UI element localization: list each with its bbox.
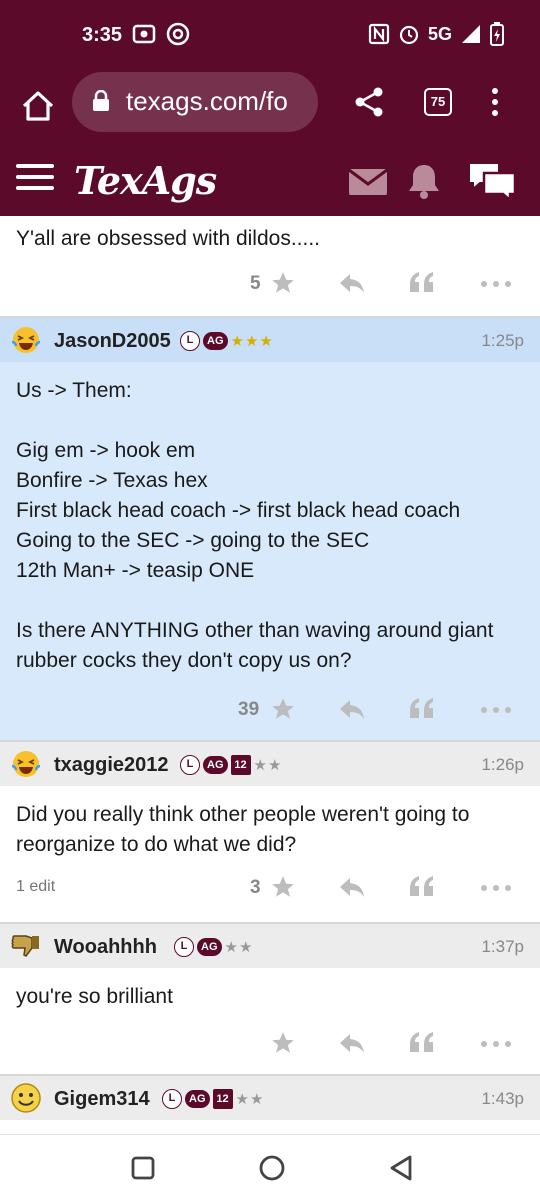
mail-icon[interactable] — [348, 168, 388, 196]
post-body: Did you really think other people weren'… — [16, 803, 476, 856]
post-time: 1:26p — [481, 755, 524, 774]
status-bar: 3:35 5G — [0, 0, 540, 72]
bell-icon[interactable] — [406, 162, 442, 200]
network-label: 5G — [427, 23, 452, 44]
like-count: 3 — [250, 877, 261, 898]
rating-stars: ★★ — [253, 757, 283, 774]
battery-icon — [490, 22, 504, 46]
letterman-badge: L — [180, 755, 200, 775]
browser-toolbar: texags.com/fo 75 — [0, 72, 540, 144]
home-nav-icon[interactable] — [258, 1154, 286, 1182]
post-body: you're so brilliant — [16, 985, 173, 1008]
ag-badge: AG — [185, 1090, 210, 1108]
username[interactable]: JasonD2005 — [54, 330, 171, 353]
more-horiz-icon[interactable] — [480, 1040, 512, 1048]
post-header: txaggie2012 L AG 12 ★★ 1:26p — [0, 742, 540, 786]
alarm-icon — [399, 25, 419, 45]
smiley-avatar — [11, 1083, 41, 1113]
laughing-emoji-avatar — [11, 751, 41, 777]
ag-badge: AG — [203, 756, 228, 774]
more-horiz-icon[interactable] — [480, 280, 512, 288]
list-item: txaggie2012 L AG 12 ★★ 1:26p Did you rea… — [0, 742, 540, 924]
quote-icon[interactable] — [408, 696, 436, 722]
url-bar[interactable]: texags.com/fo — [72, 72, 318, 132]
list-item: Gigem314 L AG 12 ★★ 1:43p — [0, 1076, 540, 1134]
like-count: 39 — [238, 699, 260, 720]
quote-icon[interactable] — [408, 1030, 436, 1056]
home-icon[interactable] — [18, 86, 58, 126]
system-nav-bar — [0, 1134, 540, 1200]
list-item: Y'all are obsessed with dildos..... 5 — [0, 216, 540, 318]
chrome-icon — [166, 22, 190, 46]
like-count: 5 — [250, 273, 261, 294]
screenshot-icon — [132, 24, 156, 44]
tab-switcher-button[interactable]: 75 — [424, 88, 452, 116]
url-text: texags.com/fo — [126, 86, 288, 116]
recents-icon[interactable] — [130, 1155, 156, 1181]
site-header: TexAgs — [0, 144, 540, 216]
letterman-badge: L — [174, 937, 194, 957]
letterman-badge: L — [162, 1089, 182, 1109]
post-time: 1:43p — [481, 1089, 524, 1108]
star-icon[interactable] — [270, 1030, 296, 1056]
post-time: 1:37p — [481, 937, 524, 956]
back-icon[interactable] — [388, 1154, 414, 1182]
chat-icon[interactable] — [466, 160, 518, 202]
signal-icon — [462, 25, 480, 43]
post-header: Gigem314 L AG 12 ★★ 1:43p — [0, 1076, 540, 1120]
ag-badge: AG — [203, 332, 228, 350]
username[interactable]: txaggie2012 — [54, 754, 169, 777]
share-icon[interactable] — [354, 86, 384, 118]
reply-icon[interactable] — [338, 874, 366, 900]
quote-icon[interactable] — [408, 270, 436, 296]
quote-icon[interactable] — [408, 874, 436, 900]
hamburger-menu-icon[interactable] — [16, 164, 54, 196]
reply-icon[interactable] — [338, 696, 366, 722]
edit-count[interactable]: 1 edit — [16, 878, 55, 896]
rating-stars: ★★ — [224, 939, 254, 956]
star-icon[interactable] — [270, 874, 296, 900]
rating-stars: ★★ — [235, 1091, 265, 1108]
nfc-icon — [368, 23, 390, 45]
more-horiz-icon[interactable] — [480, 884, 512, 892]
rating-stars: ★★★ — [230, 333, 274, 350]
star-icon[interactable] — [270, 696, 296, 722]
status-time: 3:35 — [82, 24, 123, 46]
post-header: Wooahhhh L AG ★★ 1:37p — [0, 924, 540, 968]
letterman-badge: L — [180, 331, 200, 351]
more-vert-icon[interactable] — [488, 86, 502, 118]
star-icon[interactable] — [270, 270, 296, 296]
laughing-emoji-avatar — [11, 327, 41, 353]
reply-icon[interactable] — [338, 1030, 366, 1056]
list-item: Wooahhhh L AG ★★ 1:37p you're so brillia… — [0, 924, 540, 1076]
twelfth-man-badge: 12 — [212, 1089, 233, 1109]
post-body: Y'all are obsessed with dildos..... — [16, 227, 320, 250]
twelfth-man-badge: 12 — [230, 755, 251, 775]
site-logo[interactable]: TexAgs — [74, 158, 217, 203]
ag-badge: AG — [197, 938, 222, 956]
lock-icon — [93, 90, 109, 111]
post-time: 1:25p — [481, 331, 524, 350]
list-item: JasonD2005 L AG ★★★ 1:25p Us -> Them: Gi… — [0, 318, 540, 742]
post-body: Us -> Them: Gig em -> hook em Bonfire ->… — [16, 379, 494, 672]
more-horiz-icon[interactable] — [480, 706, 512, 714]
thumbs-down-avatar — [11, 935, 39, 957]
username[interactable]: Gigem314 — [54, 1088, 150, 1111]
reply-icon[interactable] — [338, 270, 366, 296]
thread-content: Y'all are obsessed with dildos..... 5 Ja… — [0, 216, 540, 1134]
username[interactable]: Wooahhhh — [54, 936, 157, 959]
post-header: JasonD2005 L AG ★★★ 1:25p — [0, 318, 540, 362]
